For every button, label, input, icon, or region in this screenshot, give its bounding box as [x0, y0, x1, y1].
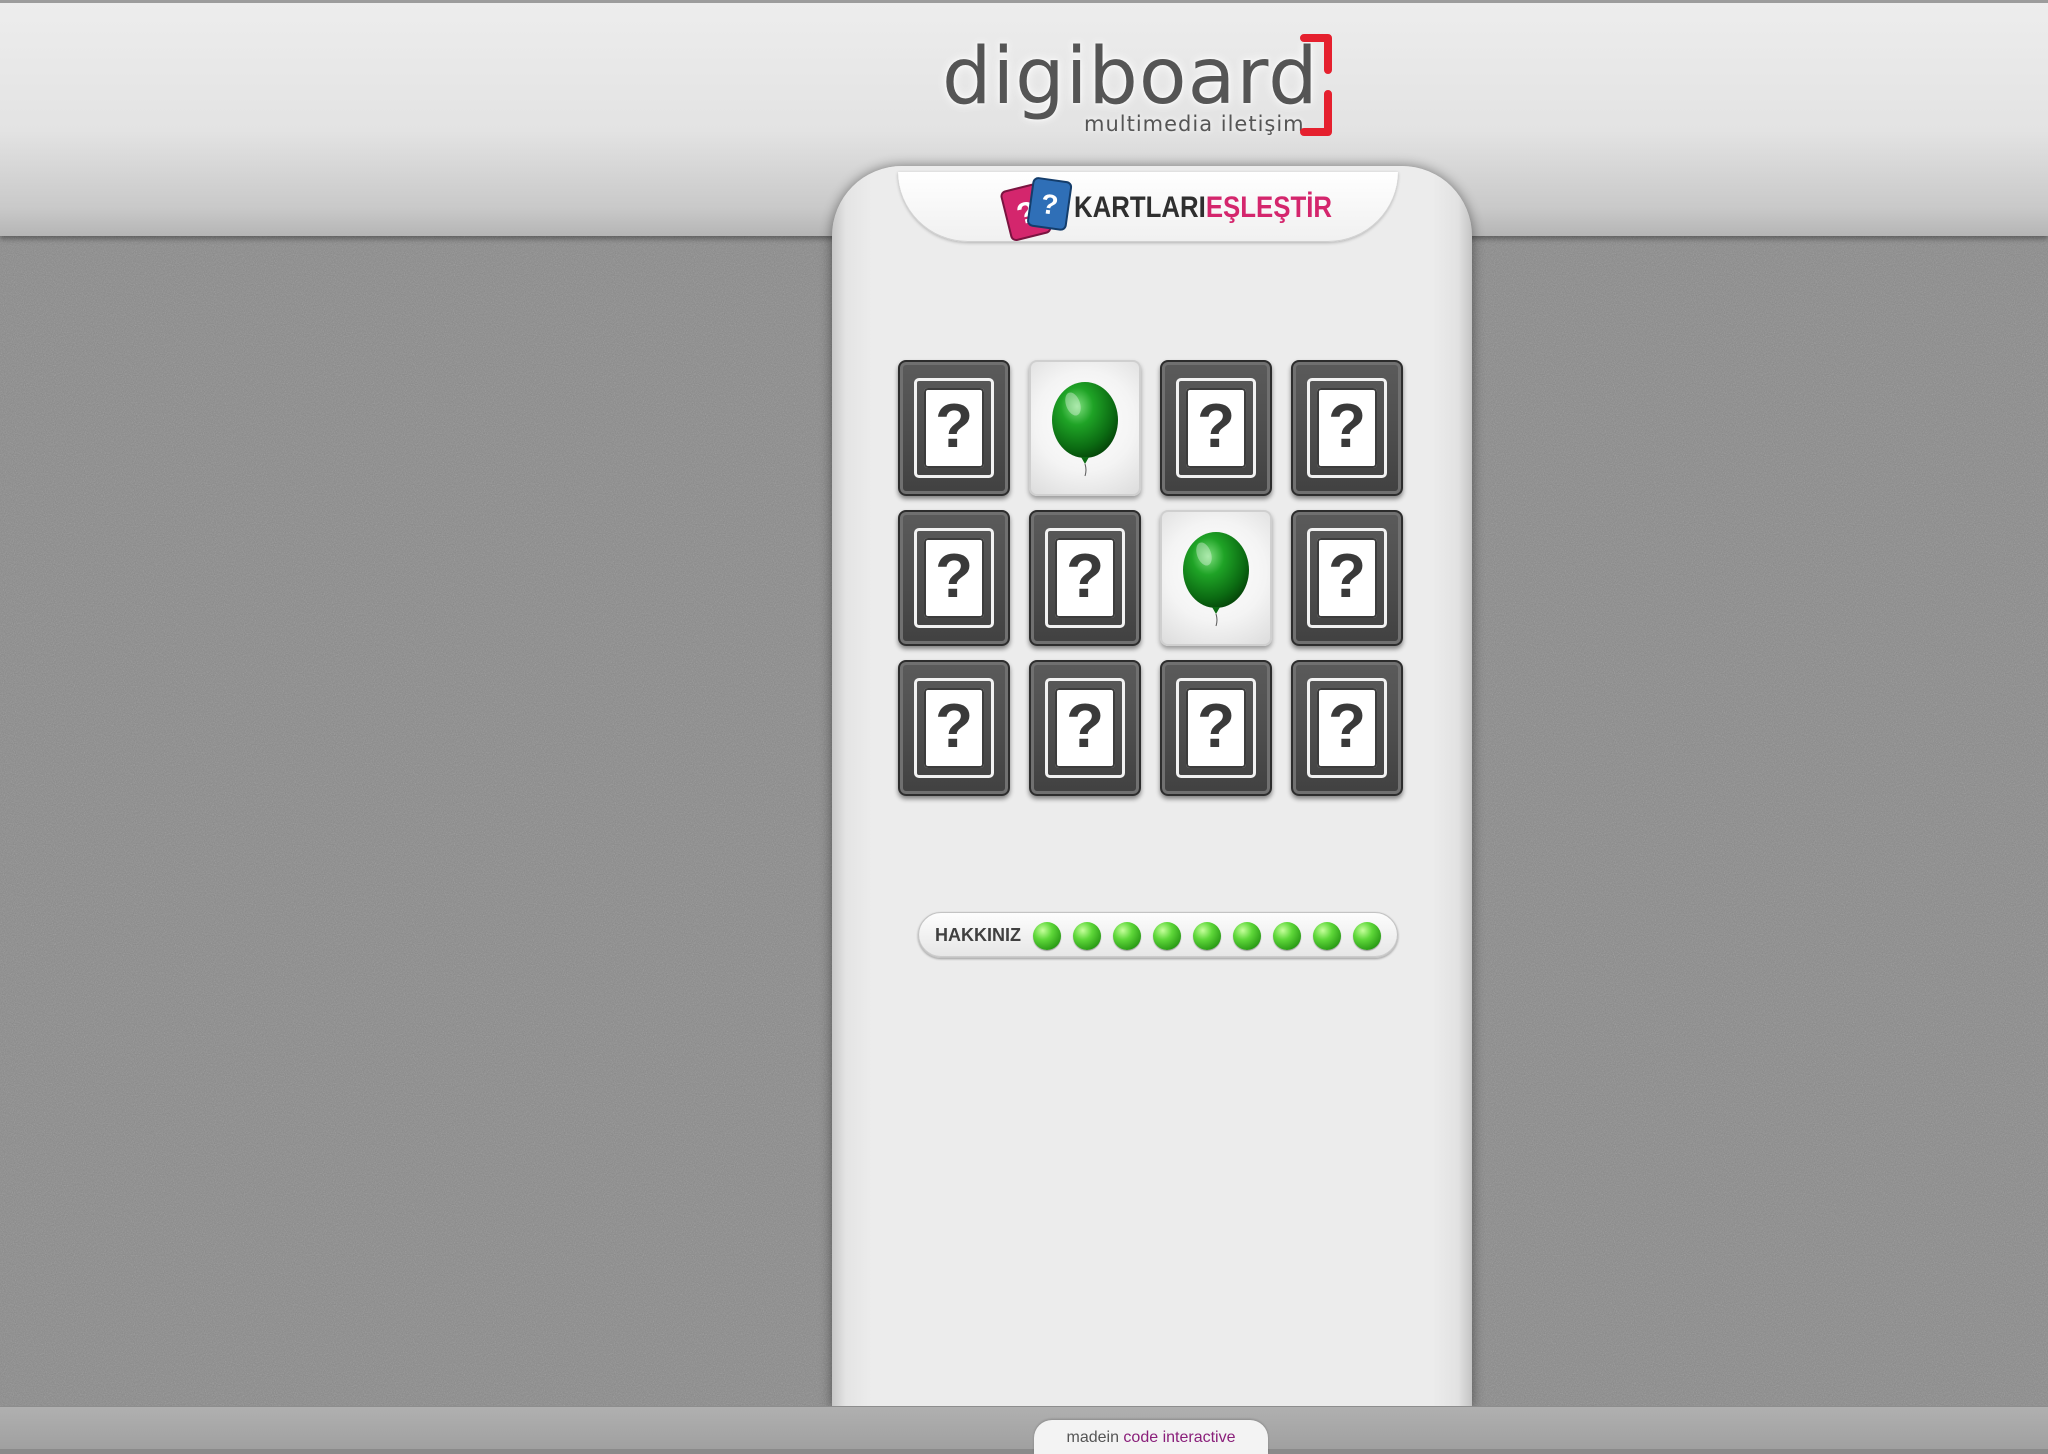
footer-bar — [0, 1406, 2048, 1449]
lives-dots — [1033, 922, 1381, 950]
life-dot-icon — [1113, 922, 1141, 950]
question-mark-icon: ? — [1328, 542, 1366, 611]
question-mark-icon: ? — [1328, 692, 1366, 761]
made-in-credit[interactable]: madein code interactive — [1034, 1428, 1268, 1448]
question-mark-icon: ? — [935, 392, 973, 461]
memory-card-hidden[interactable]: ? — [1291, 510, 1403, 646]
life-dot-icon — [1273, 922, 1301, 950]
memory-card-hidden[interactable]: ? — [898, 660, 1010, 796]
memory-card-hidden[interactable]: ? — [898, 510, 1010, 646]
memory-card-hidden[interactable]: ? — [1160, 360, 1272, 496]
cards-logo-icon: ? ? — [1000, 177, 1073, 242]
memory-card-revealed[interactable] — [1029, 360, 1141, 496]
memory-card-hidden[interactable]: ? — [1291, 360, 1403, 496]
memory-card-hidden[interactable]: ? — [898, 360, 1010, 496]
question-mark-icon: ? — [1066, 692, 1104, 761]
logo-wordmark: digiboard — [942, 32, 1319, 122]
question-mark-icon: ? — [1197, 392, 1235, 461]
logo-bracket-icon — [1300, 34, 1332, 136]
life-dot-icon — [1073, 922, 1101, 950]
life-dot-icon — [1313, 922, 1341, 950]
memory-card-hidden[interactable]: ? — [1029, 660, 1141, 796]
credit-brand: code interactive — [1123, 1429, 1236, 1446]
life-dot-icon — [1033, 922, 1061, 950]
logo-tagline: multimedia iletişim — [1084, 112, 1305, 136]
memory-card-hidden[interactable]: ? — [1291, 660, 1403, 796]
question-mark-icon: ? — [1066, 542, 1104, 611]
digiboard-logo[interactable]: digiboard multimedia iletişim — [938, 32, 1358, 144]
question-mark-icon: ? — [1328, 392, 1366, 461]
game-title: KARTLARIEŞLEŞTİR — [1074, 190, 1332, 226]
memory-card-hidden[interactable]: ? — [1029, 510, 1141, 646]
lives-bar: HAKKINIZ — [918, 912, 1398, 958]
green-balloon-icon — [1183, 532, 1249, 627]
green-balloon-icon — [1052, 382, 1118, 477]
game-title-part2: EŞLEŞTİR — [1205, 191, 1333, 224]
life-dot-icon — [1193, 922, 1221, 950]
life-dot-icon — [1353, 922, 1381, 950]
life-dot-icon — [1233, 922, 1261, 950]
question-mark-icon: ? — [935, 692, 973, 761]
lives-label: HAKKINIZ — [935, 925, 1021, 945]
game-title-part1: KARTLARI — [1074, 191, 1206, 224]
memory-card-revealed[interactable] — [1160, 510, 1272, 646]
life-dot-icon — [1153, 922, 1181, 950]
memory-card-hidden[interactable]: ? — [1160, 660, 1272, 796]
card-grid: ? ???? ????? — [898, 360, 1408, 796]
question-mark-icon: ? — [935, 542, 973, 611]
credit-prefix: madein — [1066, 1429, 1124, 1446]
question-mark-icon: ? — [1197, 692, 1235, 761]
